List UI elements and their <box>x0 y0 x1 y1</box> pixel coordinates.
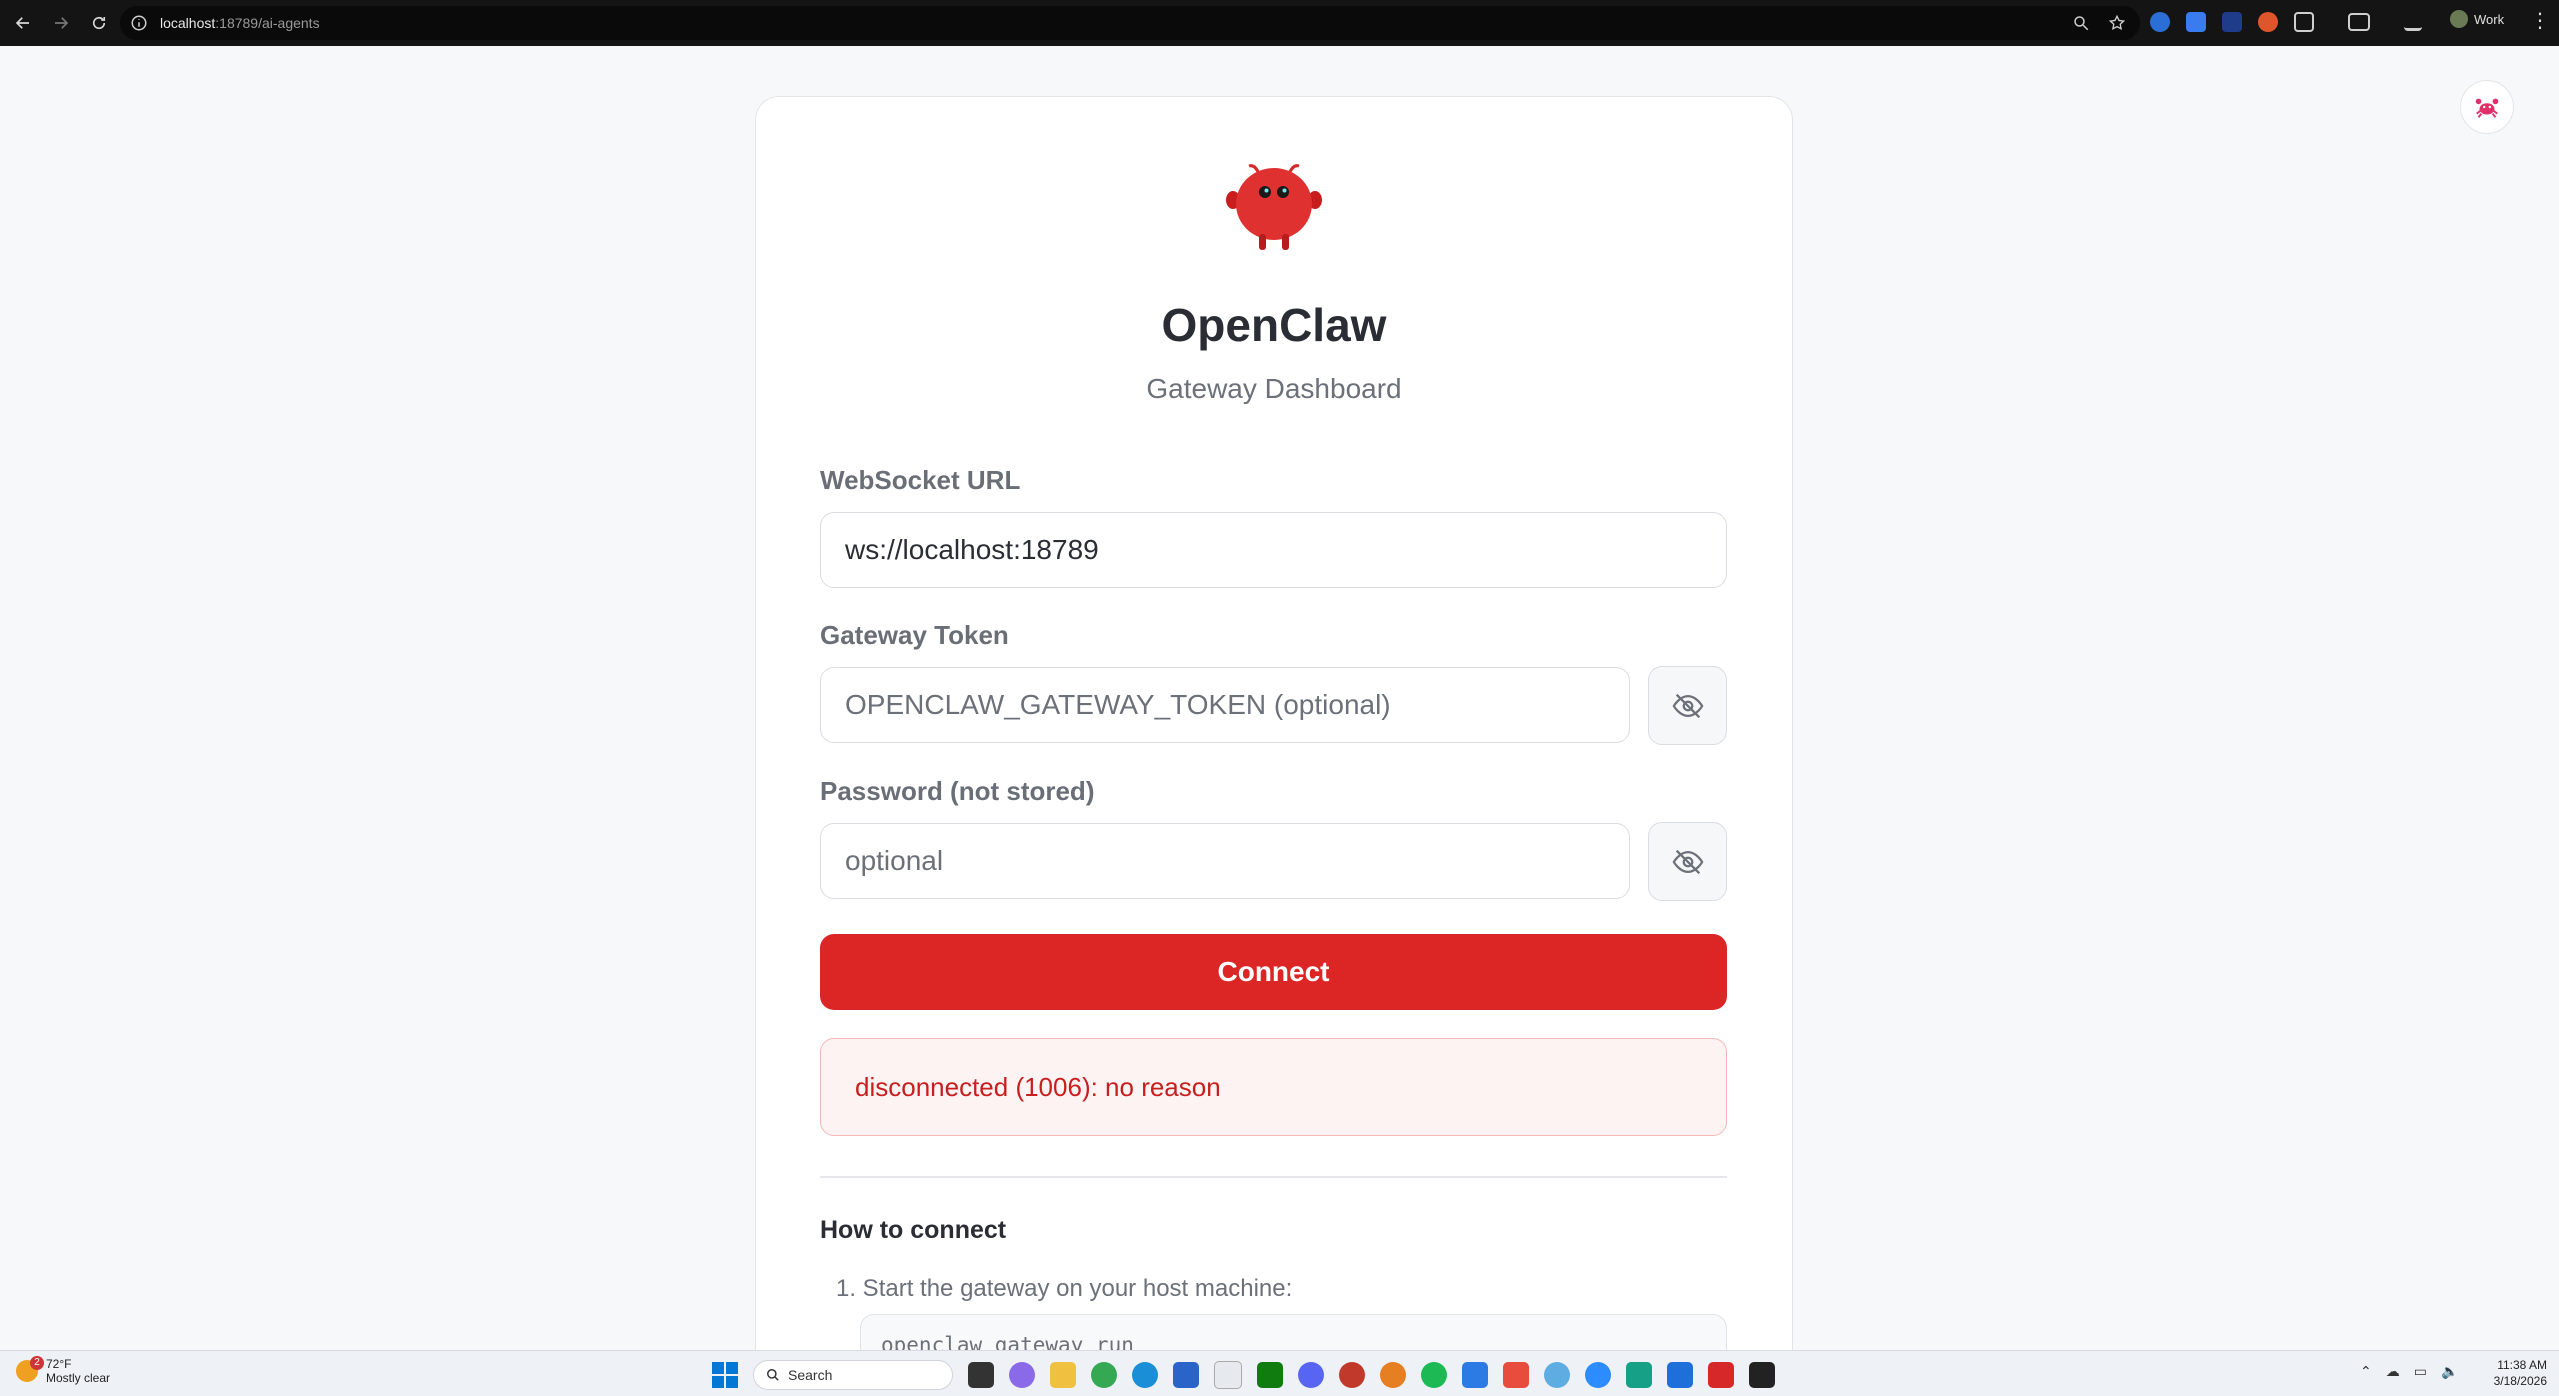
taskbar-search[interactable]: Search <box>753 1360 953 1390</box>
info-icon[interactable] <box>130 14 148 32</box>
crab-icon <box>2475 98 2499 118</box>
xbox-icon[interactable] <box>1257 1362 1283 1388</box>
chevron-up-icon[interactable]: ⌃ <box>2360 1363 2372 1380</box>
clock-date: 3/18/2026 <box>2493 1374 2547 1388</box>
notepad-icon[interactable] <box>1214 1361 1242 1389</box>
gateway-token-input[interactable]: OPENCLAW_GATEWAY_TOKEN (optional) <box>820 667 1630 743</box>
notification-badge: 2 <box>30 1356 44 1370</box>
search-icon <box>767 1369 779 1381</box>
extension-icon[interactable] <box>2258 12 2278 32</box>
app-icon[interactable] <box>1544 1362 1570 1388</box>
app-icon[interactable] <box>1462 1362 1488 1388</box>
app-icon[interactable] <box>1380 1362 1406 1388</box>
file-explorer-icon[interactable] <box>1050 1362 1076 1388</box>
edge-icon[interactable] <box>1132 1362 1158 1388</box>
profile-button[interactable]: Work <box>2450 10 2504 28</box>
weather-sun-icon: 2 <box>16 1356 44 1382</box>
toggle-password-visibility-button[interactable] <box>1648 822 1727 901</box>
weather-widget[interactable]: 2 72°F Mostly clear <box>16 1356 111 1385</box>
url-text: localhost:18789/ai-agents <box>160 15 320 31</box>
volume-icon[interactable]: 🔈 <box>2441 1363 2458 1380</box>
websocket-url-input[interactable]: ws://localhost:18789 <box>820 512 1727 588</box>
app-icon[interactable] <box>1503 1362 1529 1388</box>
system-clock[interactable]: 11:38 AM 3/18/2026 <box>2485 1357 2547 1389</box>
connection-error-message: disconnected (1006): no reason <box>820 1038 1727 1136</box>
app-icon[interactable] <box>1708 1362 1734 1388</box>
weather-description: Mostly clear <box>46 1371 111 1385</box>
eye-off-icon <box>1672 693 1703 718</box>
avatar <box>2450 10 2468 28</box>
zoom-icon[interactable] <box>2072 14 2090 32</box>
reload-icon <box>92 16 106 30</box>
star-icon[interactable] <box>2108 14 2126 32</box>
password-label: Password (not stored) <box>820 776 1095 806</box>
app-icon[interactable] <box>1339 1362 1365 1388</box>
profile-name: Work <box>2474 11 2505 27</box>
reload-button[interactable] <box>84 8 114 38</box>
app-icon[interactable] <box>1626 1362 1652 1388</box>
clock-time: 11:38 AM <box>2497 1358 2547 1372</box>
websocket-url-label: WebSocket URL <box>820 465 1021 495</box>
instruction-step-1: 1. Start the gateway on your host machin… <box>836 1275 1293 1302</box>
gateway-token-label: Gateway Token <box>820 620 1009 650</box>
arrow-left-icon <box>15 17 29 29</box>
toggle-token-visibility-button[interactable] <box>1648 666 1727 745</box>
start-button-icon[interactable] <box>712 1362 738 1388</box>
browser-toolbar: localhost:18789/ai-agents Work ⋮ <box>0 0 2559 46</box>
app-title: OpenClaw <box>1161 299 1387 351</box>
app-subtitle: Gateway Dashboard <box>1146 373 1402 404</box>
password-input[interactable]: optional <box>820 823 1630 899</box>
network-icon[interactable]: ▭ <box>2414 1363 2427 1380</box>
arrow-right-icon <box>55 17 69 29</box>
more-menu-icon[interactable]: ⋮ <box>2530 11 2550 31</box>
chrome-icon[interactable] <box>1091 1362 1117 1388</box>
windows-taskbar: 2 72°F Mostly clear Search ⌃ ☁ ▭ 🔈 11:38… <box>0 1350 2559 1396</box>
discord-icon[interactable] <box>1298 1362 1324 1388</box>
address-bar[interactable]: localhost:18789/ai-agents <box>120 6 2140 40</box>
weather-temperature: 72°F <box>46 1357 72 1371</box>
login-card <box>755 96 1793 1396</box>
app-icon[interactable] <box>1667 1362 1693 1388</box>
copilot-icon[interactable] <box>1009 1362 1035 1388</box>
split-view-icon[interactable] <box>2348 13 2370 31</box>
terminal-icon[interactable] <box>1749 1362 1775 1388</box>
extension-icon[interactable] <box>2186 12 2206 32</box>
cloud-icon[interactable]: ☁ <box>2386 1363 2400 1380</box>
extension-icon[interactable] <box>2150 12 2170 32</box>
how-to-connect-heading: How to connect <box>820 1216 1007 1244</box>
settings-button[interactable] <box>2460 80 2514 134</box>
connect-button[interactable]: Connect <box>820 934 1727 1010</box>
openclaw-logo-icon <box>1226 164 1322 250</box>
task-view-icon[interactable] <box>968 1362 994 1388</box>
puzzle-icon[interactable] <box>2294 12 2314 32</box>
forward-button[interactable] <box>46 8 76 38</box>
zoom-app-icon[interactable] <box>1585 1362 1611 1388</box>
extension-icon[interactable] <box>2222 12 2242 32</box>
divider <box>820 1176 1727 1178</box>
store-icon[interactable] <box>1173 1362 1199 1388</box>
eye-off-icon <box>1672 849 1703 874</box>
download-icon[interactable] <box>2404 14 2422 31</box>
back-button[interactable] <box>8 8 38 38</box>
spotify-icon[interactable] <box>1421 1362 1447 1388</box>
search-label: Search <box>788 1367 833 1383</box>
